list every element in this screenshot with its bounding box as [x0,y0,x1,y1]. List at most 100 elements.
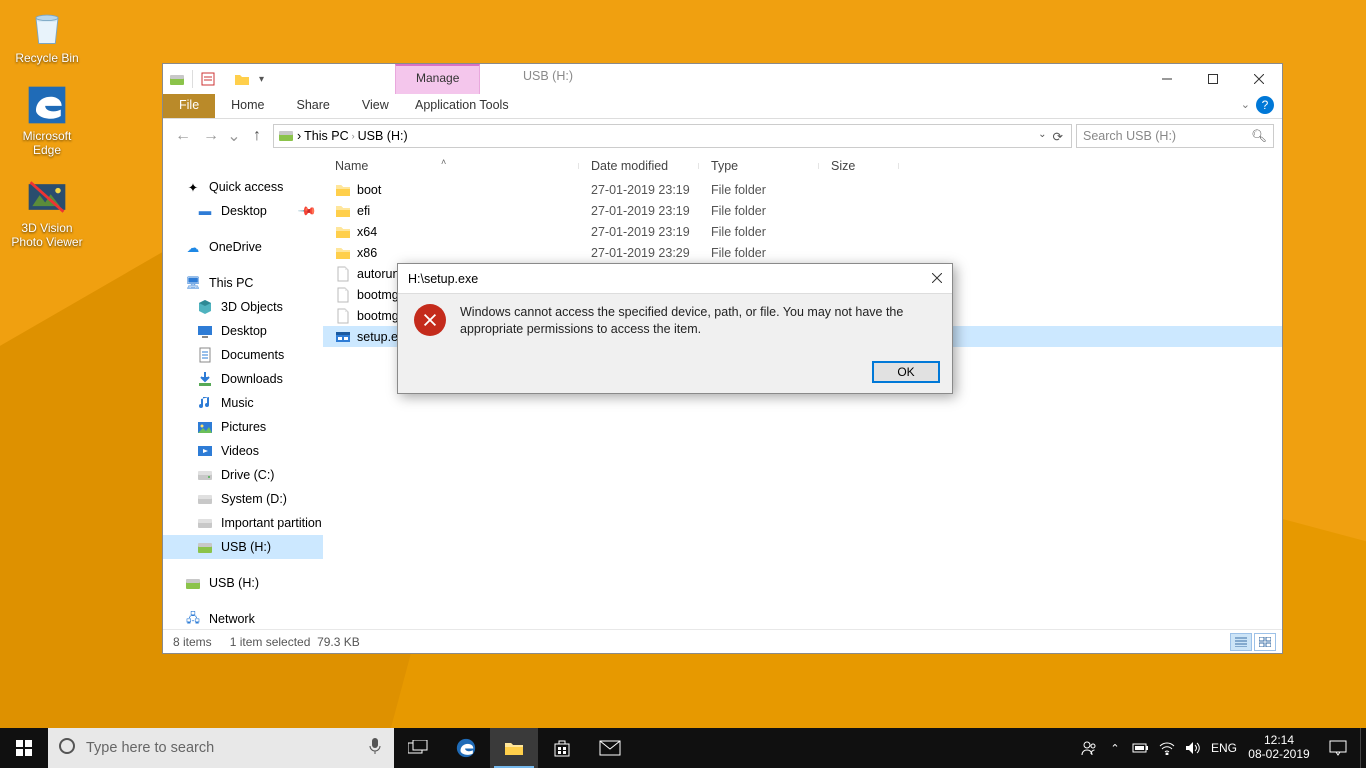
usb-drive-icon [185,575,201,591]
sort-indicator-icon: ˄ [441,157,446,167]
column-name[interactable]: Name˄ [323,159,579,173]
taskbar-file-explorer[interactable] [490,728,538,768]
file-icon [335,266,351,282]
nav-item-3d-objects[interactable]: 3D Objects [163,295,323,319]
file-name: boot [357,183,381,197]
tray-notifications-icon[interactable] [1316,740,1360,756]
taskbar: Type here to search ⌃ ENG 12:14 08-02-20… [0,728,1366,768]
file-name: x64 [357,225,377,239]
nav-onedrive[interactable]: ☁OneDrive [163,235,323,259]
desktop-icon-edge[interactable]: Microsoft Edge [8,83,86,157]
error-dialog: H:\setup.exe Windows cannot access the s… [397,263,953,394]
tray-battery-icon[interactable] [1128,728,1154,768]
new-folder-icon[interactable] [234,71,250,87]
maximize-button[interactable] [1190,64,1236,94]
tray-wifi-icon[interactable] [1154,728,1180,768]
nav-this-pc[interactable]: 🖥This PC [163,271,323,295]
nav-item-documents[interactable]: Documents [163,343,323,367]
file-row[interactable]: x8627-01-2019 23:29File folder [323,242,1282,263]
details-view-button[interactable] [1230,633,1252,651]
nav-item-drive-c-[interactable]: Drive (C:) [163,463,323,487]
taskbar-edge[interactable] [442,728,490,768]
chevron-right-icon[interactable]: › [297,129,301,143]
start-button[interactable] [0,728,48,768]
tray-language[interactable]: ENG [1206,741,1242,755]
address-dropdown-icon[interactable]: ⌄ [1038,129,1046,144]
ribbon-tabs: File Home Share View Application Tools ⌄… [163,94,1282,119]
nav-usb-drive[interactable]: USB (H:) [163,571,323,595]
large-icons-view-button[interactable] [1254,633,1276,651]
nav-item-pictures[interactable]: Pictures [163,415,323,439]
tray-time: 12:14 [1242,734,1316,748]
desktop-icon-3d-vision[interactable]: 3D Vision Photo Viewer [8,175,86,249]
tab-application-tools[interactable]: Application Tools [403,94,521,116]
address-bar[interactable]: › This PC› USB (H:) ⌄ ⟳ [273,124,1072,148]
dialog-close-button[interactable] [932,272,942,286]
tab-file[interactable]: File [163,94,215,118]
folder-icon [197,467,213,483]
file-row[interactable]: boot27-01-2019 23:19File folder [323,179,1282,200]
chevron-right-icon[interactable]: › [352,131,355,141]
contextual-tab-manage[interactable]: Manage [395,64,480,94]
nav-item-important-partition[interactable]: Important partition [163,511,323,535]
ok-button[interactable]: OK [872,361,940,383]
nav-item-downloads[interactable]: Downloads [163,367,323,391]
nav-item-desktop[interactable]: Desktop [163,319,323,343]
folder-icon [197,323,213,339]
file-row[interactable]: x6427-01-2019 23:19File folder [323,221,1282,242]
search-placeholder: Type here to search [86,740,214,756]
nav-desktop[interactable]: ▬Desktop📌 [163,199,323,223]
taskbar-store[interactable] [538,728,586,768]
nav-quick-access[interactable]: ✦Quick access [163,175,323,199]
close-button[interactable] [1236,64,1282,94]
nav-item-usb-h-[interactable]: USB (H:) [163,535,323,559]
recent-locations-dropdown[interactable]: ⌄ [227,124,241,148]
up-button[interactable]: ↑ [245,124,269,148]
tab-home[interactable]: Home [215,94,280,118]
drive-icon [278,127,294,146]
tray-clock[interactable]: 12:14 08-02-2019 [1242,729,1316,767]
folder-icon [335,182,351,198]
folder-icon [197,299,213,315]
status-item-count: 8 items [173,635,212,649]
tray-people-icon[interactable] [1076,728,1102,768]
show-desktop-button[interactable] [1360,728,1366,768]
file-icon [335,287,351,303]
task-view-button[interactable] [394,728,442,768]
nav-item-music[interactable]: Music [163,391,323,415]
tray-volume-icon[interactable] [1180,728,1206,768]
refresh-icon[interactable]: ⟳ [1053,129,1063,144]
breadcrumb-drive[interactable]: USB (H:) [358,129,408,143]
ribbon-expand-icon[interactable]: ⌄ [1241,98,1250,111]
file-date: 27-01-2019 23:19 [579,225,699,239]
quick-access-dropdown[interactable]: ▾ [256,74,267,85]
column-size[interactable]: Size [819,159,899,173]
folder-icon [197,347,213,363]
desktop-icon-recycle-bin[interactable]: Recycle Bin [8,5,86,65]
file-name: efi [357,204,370,218]
minimize-button[interactable] [1144,64,1190,94]
microphone-icon[interactable] [368,737,382,760]
tab-view[interactable]: View [346,94,405,118]
folder-icon [197,515,213,531]
search-input[interactable]: Search USB (H:) 🔍︎ [1076,124,1274,148]
title-bar[interactable]: ▾ Manage USB (H:) [163,64,1282,94]
properties-icon[interactable] [200,71,216,87]
column-type[interactable]: Type [699,159,819,173]
status-selected: 1 item selected [230,635,311,649]
address-bar-row: ← → ⌄ ↑ › This PC› USB (H:) ⌄ ⟳ Search U… [163,119,1282,153]
back-button[interactable]: ← [171,124,195,148]
column-date[interactable]: Date modified [579,159,699,173]
file-row[interactable]: efi27-01-2019 23:19File folder [323,200,1282,221]
nav-network[interactable]: 🖧Network [163,607,323,629]
nav-item-videos[interactable]: Videos [163,439,323,463]
taskbar-mail[interactable] [586,728,634,768]
help-icon[interactable]: ? [1256,96,1274,114]
file-type: File folder [699,204,819,218]
breadcrumb-this-pc[interactable]: This PC [304,129,348,143]
tab-share[interactable]: Share [281,94,346,118]
tray-overflow-icon[interactable]: ⌃ [1102,728,1128,768]
taskbar-search[interactable]: Type here to search [48,728,394,768]
file-icon [335,308,351,324]
nav-item-system-d-[interactable]: System (D:) [163,487,323,511]
